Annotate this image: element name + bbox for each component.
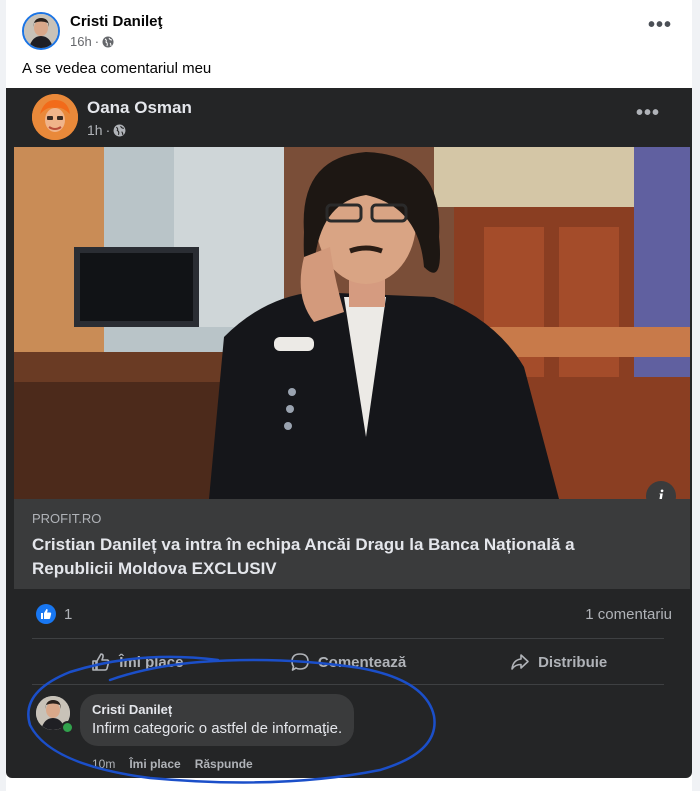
comment-like-button[interactable]: Îmi place — [129, 757, 180, 771]
divider — [32, 638, 664, 639]
share-button[interactable]: Distribuie — [453, 640, 664, 684]
shared-author-name[interactable]: Oana Osman — [87, 98, 192, 118]
outer-author-avatar[interactable] — [22, 12, 60, 50]
shared-author-avatar[interactable] — [32, 94, 78, 140]
outer-post-text: A se vedea comentariul meu — [22, 60, 212, 77]
reactions-bar: 1 1 comentariu — [36, 604, 676, 626]
shared-post-header: Oana Osman 1h · ••• — [32, 94, 672, 140]
comment-count[interactable]: 1 comentariu — [585, 606, 672, 623]
outer-post-header: Cristi Danileţ 16h · ••• — [22, 12, 676, 52]
outer-author-name[interactable]: Cristi Danileţ — [70, 13, 163, 30]
share-icon — [511, 654, 529, 670]
action-bar: Îmi place Comentează Distribuie — [32, 640, 664, 684]
globe-icon — [113, 124, 126, 136]
like-icon[interactable] — [36, 604, 56, 624]
outer-post-time[interactable]: 16h — [70, 34, 92, 49]
comment-button[interactable]: Comentează — [243, 640, 454, 684]
link-preview-image[interactable]: i — [14, 147, 690, 499]
like-icon — [92, 653, 110, 671]
link-domain: PROFIT.RO — [32, 511, 102, 526]
comment: Cristi Danileț Infirm categoric o astfel… — [36, 694, 672, 774]
like-count[interactable]: 1 — [64, 606, 72, 623]
comment-author[interactable]: Cristi Danileț — [92, 702, 342, 717]
link-preview-box[interactable]: PROFIT.RO Cristian Danileț va intra în e… — [14, 499, 690, 589]
comment-meta: 10m Îmi place Răspunde — [92, 757, 253, 771]
outer-post-meta: 16h · — [70, 34, 114, 49]
shared-post: Oana Osman 1h · ••• i PROFIT.RO Cristian… — [6, 88, 692, 778]
like-button[interactable]: Îmi place — [32, 640, 243, 684]
shared-post-time[interactable]: 1h — [87, 122, 103, 138]
more-icon[interactable]: ••• — [636, 103, 660, 123]
more-icon[interactable]: ••• — [648, 15, 672, 35]
link-title[interactable]: Cristian Danileț va intra în echipa Ancă… — [32, 533, 652, 581]
shared-post-meta: 1h · — [87, 122, 126, 138]
divider — [32, 684, 664, 685]
globe-icon — [102, 36, 114, 47]
comment-time[interactable]: 10m — [92, 757, 115, 771]
comment-reply-button[interactable]: Răspunde — [195, 757, 253, 771]
online-status-dot — [61, 721, 74, 734]
comment-bubble: Cristi Danileț Infirm categoric o astfel… — [80, 694, 355, 746]
comment-text: Infirm categoric o astfel de informaţie. — [92, 720, 343, 737]
comment-icon — [291, 653, 309, 671]
